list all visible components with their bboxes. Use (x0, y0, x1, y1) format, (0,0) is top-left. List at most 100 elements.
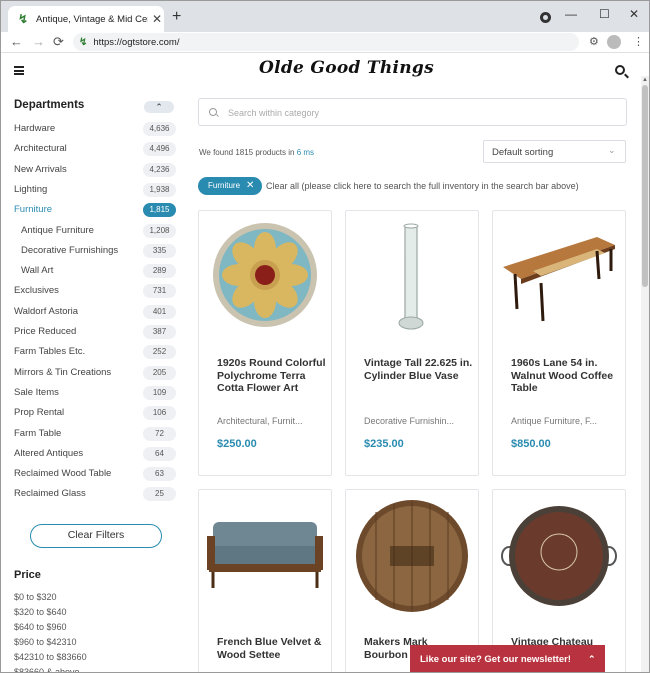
remove-filter-icon[interactable]: ✕ (246, 177, 254, 195)
sidebar-item[interactable]: Decorative Furnishings 335 (1, 242, 191, 262)
sidebar-item[interactable]: Sale Items 109 (1, 384, 191, 404)
address-bar[interactable]: ↯ https://ogtstore.com/ (73, 33, 579, 51)
sidebar-item[interactable]: Furniture 1,815 (1, 201, 191, 221)
close-window-button[interactable]: ✕ (629, 7, 639, 21)
sidebar-item[interactable]: Prop Rental 106 (1, 404, 191, 424)
product-title[interactable]: 1920s Round Colorful Polychrome Terra Co… (217, 357, 327, 395)
sidebar-item-count: 72 (143, 426, 176, 441)
product-category: Antique Furniture, F... (511, 416, 598, 426)
sidebar-item[interactable]: Price Reduced 387 (1, 323, 191, 343)
sidebar-item-label: Farm Tables Etc. (14, 346, 86, 358)
sidebar-item[interactable]: Waldorf Astoria 401 (1, 303, 191, 323)
active-filter-chip[interactable]: Furniture ✕ (198, 177, 262, 195)
clear-all-link[interactable]: Clear all (please click here to search t… (266, 181, 579, 191)
sidebar-item-label: Prop Rental (14, 407, 65, 419)
tab-close-icon[interactable]: ✕ (152, 12, 162, 26)
site-header: Olde Good Things (1, 53, 641, 89)
product-title[interactable]: Vintage Tall 22.625 in. Cylinder Blue Va… (364, 357, 474, 382)
product-image[interactable] (346, 490, 478, 622)
sidebar-item[interactable]: Farm Tables Etc. 252 (1, 343, 191, 363)
browser-toolbar: ← → ⟳ ↯ https://ogtstore.com/ ⚙ ⋮ (1, 32, 649, 52)
sidebar-item-count: 4,636 (143, 122, 176, 136)
browser-tab[interactable]: ↯ Antique, Vintage & Mid Century ✕ (8, 6, 164, 32)
sidebar-item[interactable]: Architectural 4,496 (1, 140, 191, 160)
site-logo[interactable]: Olde Good Things (259, 58, 434, 78)
sidebar-item-count: 106 (143, 406, 176, 421)
sidebar-item-label: Exclusives (14, 285, 59, 297)
sidebar-item[interactable]: Hardware 4,636 (1, 120, 191, 140)
product-title[interactable]: French Blue Velvet & Wood Settee (217, 636, 327, 661)
scrollbar-thumb[interactable] (642, 85, 648, 287)
search-icon (209, 108, 217, 116)
product-image[interactable] (493, 490, 625, 622)
sidebar-item-label: Altered Antiques (14, 447, 84, 459)
sidebar-item[interactable]: Altered Antiques 64 (1, 445, 191, 465)
sort-label: Default sorting (492, 147, 554, 158)
puzzle-icon[interactable]: ⚙ (589, 35, 599, 48)
sidebar-item[interactable]: Antique Furniture 1,208 (1, 222, 191, 242)
sidebar-item[interactable]: Reclaimed Glass 25 (1, 485, 191, 505)
sidebar-item-label: Reclaimed Wood Table (14, 468, 112, 480)
collapse-departments-button[interactable]: ⌃ (144, 101, 174, 113)
filter-sidebar: Departments ⌃ Hardware 4,636 Architectural… (1, 89, 191, 672)
sidebar-item-count: 401 (143, 304, 176, 319)
sidebar-item-label: Farm Table (14, 427, 62, 439)
sidebar-item[interactable]: Lighting 1,938 (1, 181, 191, 201)
product-title[interactable]: 1960s Lane 54 in. Walnut Wood Coffee Tab… (511, 357, 621, 395)
sidebar-item[interactable]: Reclaimed Wood Table 63 (1, 465, 191, 485)
results-count: We found 1815 products in 6 ms (199, 148, 314, 157)
forward-button[interactable]: → (32, 34, 45, 49)
minimize-button[interactable]: — (565, 7, 577, 21)
price-range-link[interactable]: $640 to $960 (14, 622, 67, 632)
sidebar-item-label: Wall Art (21, 265, 54, 277)
sidebar-item[interactable]: Exclusives 731 (1, 282, 191, 302)
price-heading: Price (14, 569, 41, 581)
sidebar-item-label: New Arrivals (14, 163, 67, 175)
results-count-text: We found 1815 products in (199, 148, 297, 157)
product-image[interactable] (199, 490, 331, 622)
sidebar-item-label: Mirrors & Tin Creations (14, 366, 112, 378)
price-range-link[interactable]: $42310 to $83660 (14, 652, 87, 662)
new-tab-button[interactable]: + (172, 8, 181, 26)
price-range-link[interactable]: $960 to $42310 (14, 637, 77, 647)
sidebar-item[interactable]: Farm Table 72 (1, 425, 191, 445)
sidebar-item-count: 1,815 (143, 203, 176, 218)
price-range-link[interactable]: $320 to $640 (14, 607, 67, 617)
clear-filters-button[interactable]: Clear Filters (30, 524, 162, 548)
sidebar-item[interactable]: Mirrors & Tin Creations 205 (1, 364, 191, 384)
chevron-down-icon: ⌄ (608, 145, 616, 155)
record-icon[interactable] (540, 12, 551, 23)
product-card[interactable]: French Blue Velvet & Wood Settee (198, 489, 332, 672)
product-image[interactable] (346, 211, 478, 343)
browser-menu-icon[interactable]: ⋮ (633, 35, 644, 48)
url-text: https://ogtstore.com/ (93, 36, 180, 48)
product-card[interactable]: 1960s Lane 54 in. Walnut Wood Coffee Tab… (492, 210, 626, 476)
reload-button[interactable]: ⟳ (53, 34, 64, 50)
sort-select[interactable]: Default sorting ⌄ (483, 140, 626, 163)
sidebar-item-label: Hardware (14, 123, 56, 134)
sidebar-item-count: 1,938 (143, 182, 176, 197)
sidebar-item[interactable]: Wall Art 289 (1, 262, 191, 282)
scroll-up-arrow-icon[interactable]: ▲ (642, 77, 648, 83)
product-image[interactable] (199, 211, 331, 343)
product-card[interactable]: 1920s Round Colorful Polychrome Terra Co… (198, 210, 332, 476)
price-range-link[interactable]: $83660 & above (14, 667, 80, 672)
sidebar-item-label: Sale Items (14, 386, 59, 398)
back-button[interactable]: ← (10, 34, 23, 49)
product-price: $235.00 (364, 438, 404, 450)
profile-avatar-icon[interactable] (607, 35, 621, 49)
sidebar-item[interactable]: New Arrivals 4,236 (1, 161, 191, 181)
category-search-input[interactable]: Search within category (198, 98, 627, 126)
title-bar: ↯ Antique, Vintage & Mid Century ✕ + — ☐… (1, 1, 649, 32)
browser-window: ↯ Antique, Vintage & Mid Century ✕ + — ☐… (0, 0, 650, 673)
newsletter-bar[interactable]: Like our site? Get our newsletter! ⌃ (410, 645, 605, 672)
site-search-icon[interactable] (615, 65, 625, 75)
maximize-button[interactable]: ☐ (599, 7, 610, 21)
sidebar-item-count: 252 (143, 345, 176, 360)
product-image[interactable] (493, 211, 625, 343)
chevron-up-icon[interactable]: ⌃ (588, 645, 596, 672)
hamburger-menu-icon[interactable] (14, 66, 24, 75)
price-range-link[interactable]: $0 to $320 (14, 592, 57, 602)
product-card[interactable]: Vintage Tall 22.625 in. Cylinder Blue Va… (345, 210, 479, 476)
product-price: $250.00 (217, 438, 257, 450)
